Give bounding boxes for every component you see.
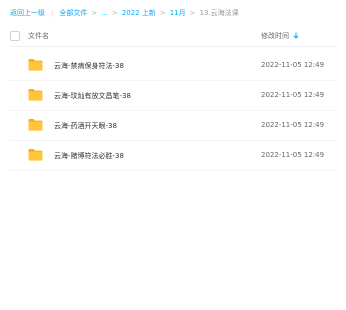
breadcrumb-divider: | (51, 9, 54, 17)
breadcrumb-separator: > (159, 9, 166, 17)
file-modified-time: 2022-11-05 12:49 (261, 91, 325, 99)
breadcrumb: 返回上一级 | 全部文件 > ... > 2022 上新 > 11月 > 13.… (10, 7, 239, 19)
list-item[interactable]: 云海-赌博符法必胜-38 2022-11-05 12:49 (10, 141, 336, 171)
breadcrumb-separator: > (189, 9, 196, 17)
folder-icon (28, 118, 43, 131)
table-header: 文件名 修改时间 (10, 28, 336, 47)
file-modified-time: 2022-11-05 12:49 (261, 61, 325, 69)
breadcrumb-separator: > (91, 9, 98, 17)
list-item[interactable]: 云海-玟灿有放文昌笔-38 2022-11-05 12:49 (10, 81, 336, 111)
file-modified-time: 2022-11-05 12:49 (261, 151, 325, 159)
file-name[interactable]: 云海-赌博符法必胜-38 (54, 151, 124, 161)
column-header-time-label: 修改时间 (261, 32, 289, 40)
back-link[interactable]: 返回上一级 (10, 8, 45, 18)
arrow-down-icon[interactable] (293, 32, 299, 41)
breadcrumb-ellipsis[interactable]: ... (101, 9, 108, 17)
breadcrumb-current: 13.云海法课 (199, 9, 239, 17)
folder-icon (28, 88, 43, 101)
folder-icon (28, 148, 43, 161)
folder-icon (28, 58, 43, 71)
file-modified-time: 2022-11-05 12:49 (261, 121, 325, 129)
file-name[interactable]: 云海-玟灿有放文昌笔-38 (54, 91, 131, 101)
breadcrumb-year[interactable]: 2022 上新 (122, 8, 156, 18)
file-name[interactable]: 云海-禁病保身符法-38 (54, 61, 124, 71)
breadcrumb-separator: > (111, 9, 118, 17)
column-header-time[interactable]: 修改时间 (261, 31, 299, 41)
file-name[interactable]: 云海-药酒开天眼-38 (54, 121, 117, 131)
select-all-checkbox[interactable] (10, 31, 20, 41)
file-list: 云海-禁病保身符法-38 2022-11-05 12:49 云海-玟灿有放文昌笔… (10, 51, 336, 171)
breadcrumb-month[interactable]: 11月 (170, 8, 186, 18)
list-item[interactable]: 云海-禁病保身符法-38 2022-11-05 12:49 (10, 51, 336, 81)
list-item[interactable]: 云海-药酒开天眼-38 2022-11-05 12:49 (10, 111, 336, 141)
breadcrumb-all-files[interactable]: 全部文件 (59, 8, 87, 18)
column-header-name[interactable]: 文件名 (28, 31, 49, 41)
